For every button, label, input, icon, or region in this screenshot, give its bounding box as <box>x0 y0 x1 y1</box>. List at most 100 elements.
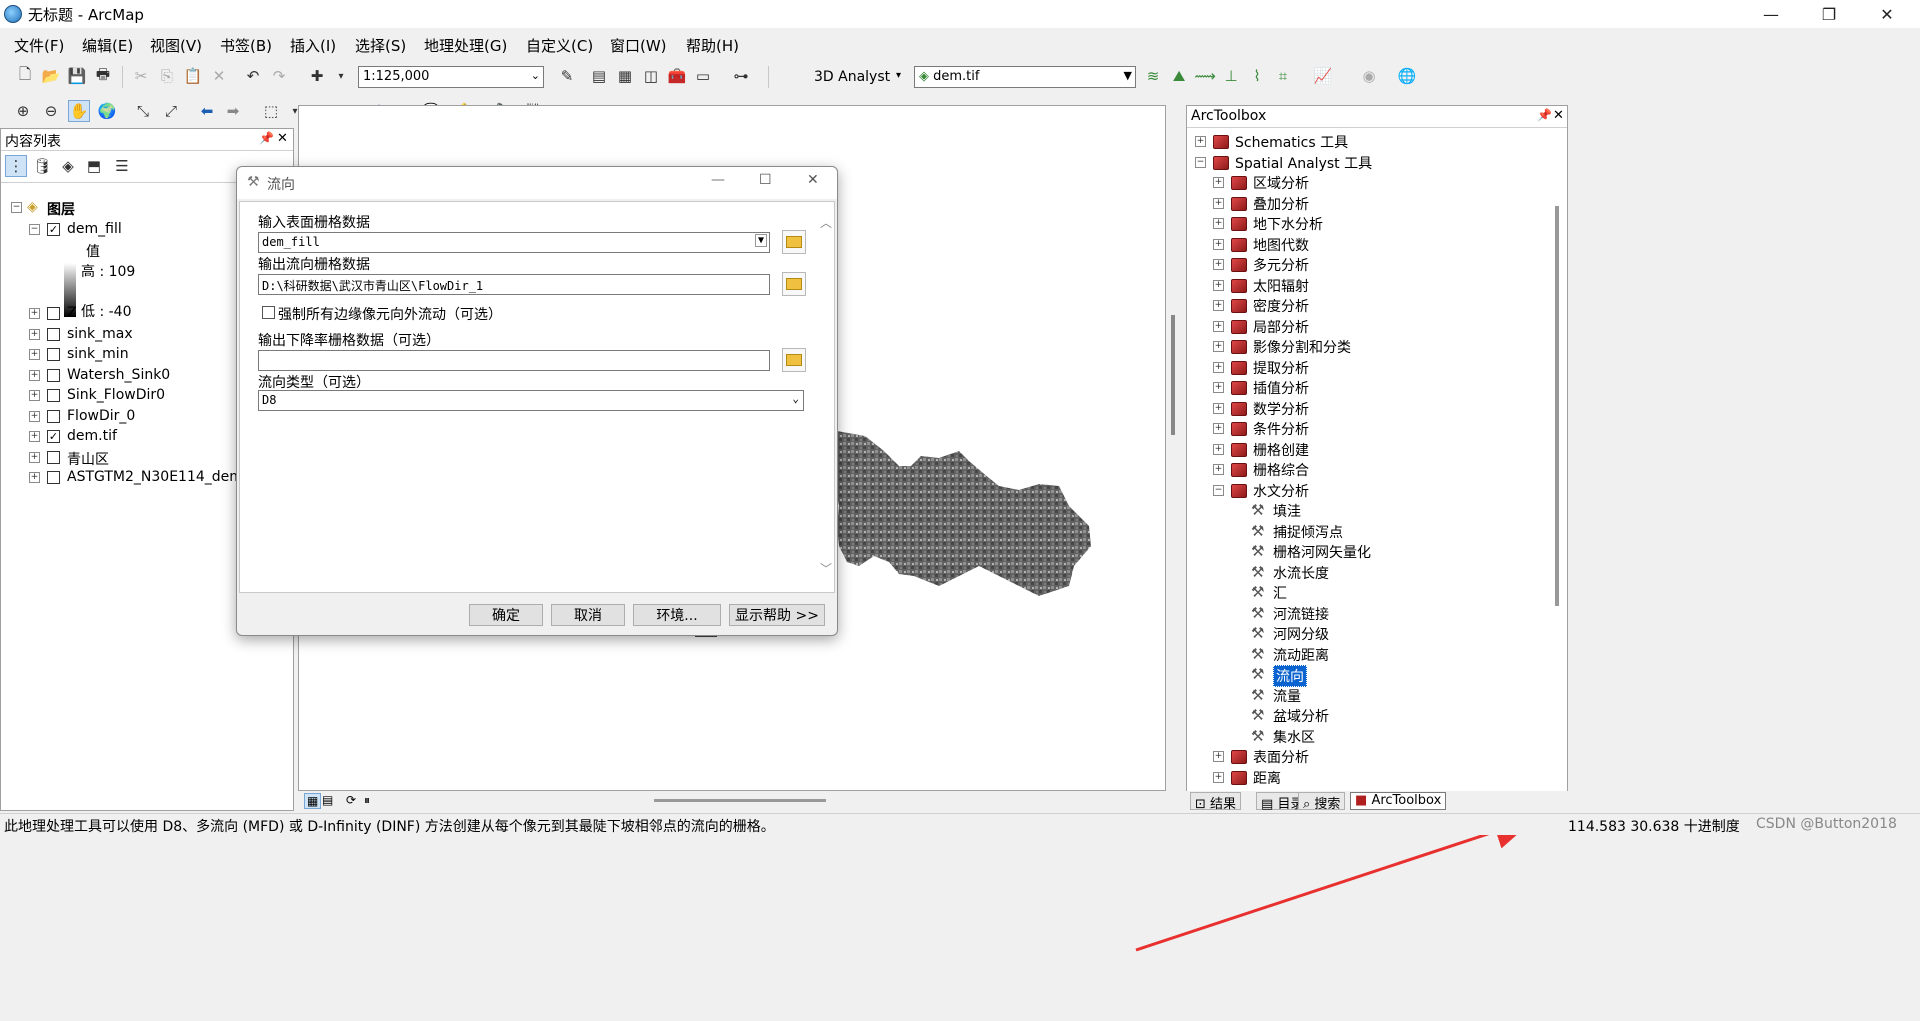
arcglobe-icon[interactable]: 🌐 <box>1396 65 1418 87</box>
expand-icon[interactable]: + <box>1213 751 1224 762</box>
environments-button[interactable]: 环境... <box>633 604 721 626</box>
expand-icon[interactable]: + <box>1213 259 1224 270</box>
pan-icon[interactable]: ✋ <box>68 100 90 122</box>
expand-icon[interactable]: + <box>1213 402 1224 414</box>
list-by-drawing-order-icon[interactable]: ⋮ <box>5 155 27 177</box>
data-view-icon[interactable]: ▦ <box>304 793 322 809</box>
layout-view-icon[interactable]: ▤ <box>322 793 333 807</box>
force-edge-checkbox[interactable] <box>262 306 275 319</box>
menu-help[interactable]: 帮助(H) <box>686 35 739 56</box>
drop-raster-field[interactable] <box>258 350 770 371</box>
back-icon[interactable]: ⬅ <box>196 100 218 122</box>
pin-icon[interactable]: 📌 <box>1537 108 1552 122</box>
expand-icon[interactable]: + <box>1213 382 1224 393</box>
layer-combo[interactable]: ◈ dem.tif ▼ <box>914 66 1136 88</box>
maximize-button[interactable]: ❐ <box>1806 0 1852 28</box>
layer-checkbox[interactable] <box>47 348 60 361</box>
interpolate-polygon-icon[interactable]: ⌗ <box>1272 65 1294 87</box>
layer-checkbox[interactable] <box>47 409 60 423</box>
forward-icon[interactable]: ➡ <box>222 100 244 122</box>
full-extent-icon[interactable]: 🌍 <box>96 100 118 122</box>
minimize-icon[interactable]: — <box>711 172 725 188</box>
redo-icon[interactable]: ↷ <box>268 65 290 87</box>
editor-toolbar-icon[interactable]: ✎ <box>556 65 578 87</box>
close-icon[interactable]: ✕ <box>1553 108 1564 123</box>
contour-icon[interactable]: ≋ <box>1142 65 1164 87</box>
expand-icon[interactable]: + <box>1213 218 1224 229</box>
print-icon[interactable]: 🖶 <box>92 65 114 87</box>
new-doc-icon[interactable]: 🗋 <box>14 65 36 87</box>
menu-customize[interactable]: 自定义(C) <box>526 35 593 56</box>
collapse-icon[interactable]: − <box>1213 484 1224 496</box>
expand-icon[interactable]: + <box>29 308 40 319</box>
menu-windows[interactable]: 窗口(W) <box>610 35 667 56</box>
cancel-button[interactable]: 取消 <box>551 604 625 626</box>
expand-icon[interactable]: + <box>1213 279 1224 291</box>
save-icon[interactable]: 💾 <box>66 65 88 87</box>
cut-icon[interactable]: ✂ <box>130 65 152 87</box>
drop-browse-button[interactable] <box>782 348 806 372</box>
fixed-zoom-in-icon[interactable]: ⤡ <box>132 100 154 122</box>
expand-icon[interactable]: + <box>1213 320 1224 332</box>
menu-edit[interactable]: 编辑(E) <box>82 35 133 56</box>
expand-icon[interactable]: + <box>29 410 40 422</box>
delete-icon[interactable]: ✕ <box>208 65 230 87</box>
close-icon[interactable]: ✕ <box>277 131 288 146</box>
select-features-icon[interactable]: ⬚ <box>260 100 282 122</box>
expand-icon[interactable]: + <box>29 472 40 483</box>
3d-analyst-dropdown[interactable]: 3D Analyst <box>814 69 890 85</box>
pause-drawing-icon[interactable]: ⏸ <box>364 793 370 808</box>
layer-checkbox[interactable] <box>47 368 60 382</box>
input-raster-combo[interactable]: dem_fill ▼ <box>258 232 770 253</box>
expand-icon[interactable]: + <box>1213 238 1224 250</box>
add-data-dropdown-icon[interactable]: ▾ <box>330 65 352 87</box>
collapse-icon[interactable]: − <box>29 224 40 235</box>
show-help-button[interactable]: 显示帮助 >> <box>729 604 825 626</box>
menu-insert[interactable]: 插入(I) <box>290 35 336 56</box>
collapse-icon[interactable]: − <box>1195 156 1206 168</box>
expand-icon[interactable]: + <box>29 369 40 381</box>
minimize-button[interactable]: — <box>1748 0 1794 28</box>
interpolate-line-icon[interactable]: ⌇ <box>1246 65 1268 87</box>
map-vertical-scrollbar[interactable] <box>1168 105 1180 791</box>
open-icon[interactable]: 📂 <box>40 65 62 87</box>
line-of-sight-icon[interactable]: ⟿ <box>1194 65 1216 87</box>
close-button[interactable]: ✕ <box>1864 0 1910 28</box>
expand-icon[interactable]: + <box>29 349 40 360</box>
toolbox-scrollbar-thumb[interactable] <box>1555 206 1559 606</box>
list-by-source-icon[interactable]: 🛢 <box>31 155 53 177</box>
paste-icon[interactable]: 📋 <box>182 65 204 87</box>
layer-checkbox[interactable] <box>47 450 60 464</box>
expand-icon[interactable]: + <box>1195 136 1206 147</box>
python-icon[interactable]: ▭ <box>692 65 714 87</box>
output-raster-field[interactable]: D:\科研数据\武汉市青山区\FlowDir_1 <box>258 274 770 295</box>
scroll-down-icon[interactable]: ﹀ <box>820 560 832 577</box>
search-window-icon[interactable]: ◫ <box>640 65 662 87</box>
expand-icon[interactable]: + <box>1213 443 1224 455</box>
arcscene-icon[interactable]: ◉ <box>1358 65 1380 87</box>
catalog-icon[interactable]: ▦ <box>614 65 636 87</box>
menu-selection[interactable]: 选择(S) <box>355 35 406 56</box>
undo-icon[interactable]: ↶ <box>242 65 264 87</box>
flow-type-select[interactable]: D8 ⌄ <box>258 390 804 411</box>
list-by-selection-icon[interactable]: ⬒ <box>83 155 105 177</box>
expand-icon[interactable]: + <box>1213 464 1224 475</box>
input-browse-button[interactable] <box>782 230 806 254</box>
expand-icon[interactable]: + <box>29 328 40 340</box>
menu-file[interactable]: 文件(F) <box>14 35 64 56</box>
zoom-in-icon[interactable]: ⊕ <box>12 100 34 122</box>
expand-icon[interactable]: + <box>1213 197 1224 209</box>
dialog-scrollbar[interactable]: ︿ ﹀ <box>818 214 832 578</box>
arctoolbox-icon[interactable]: 🧰 <box>666 65 688 87</box>
expand-icon[interactable]: + <box>29 390 40 401</box>
profile-graph-icon[interactable]: 📈 <box>1312 65 1334 87</box>
expand-icon[interactable]: + <box>1213 177 1224 188</box>
steepest-path-icon[interactable]: ⛰ <box>1168 65 1190 87</box>
tab-arctoolbox[interactable]: ■ ArcToolbox <box>1350 792 1447 810</box>
model-builder-icon[interactable]: ⊶ <box>730 65 752 87</box>
map-scale-combo[interactable]: 1:125,000 ⌄ <box>358 66 544 88</box>
list-by-visibility-icon[interactable]: ◈ <box>57 155 79 177</box>
menu-geoprocessing[interactable]: 地理处理(G) <box>424 35 507 56</box>
layer-checkbox[interactable] <box>47 307 60 320</box>
tab-results[interactable]: ⊡ 结果 <box>1190 792 1242 812</box>
